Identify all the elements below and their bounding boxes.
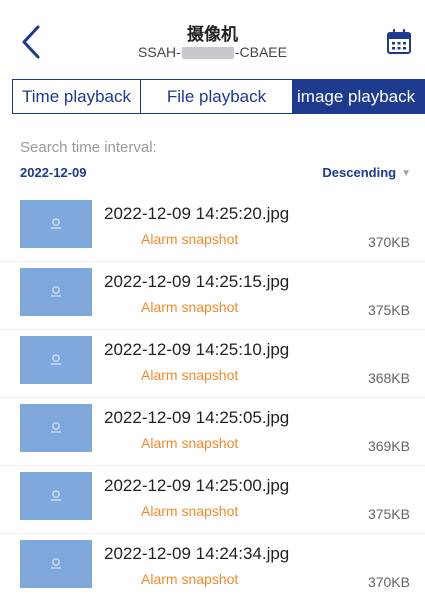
sort-label: Descending [322,165,397,180]
list-item[interactable]: 2022-12-09 14:25:10.jpg Alarm snapshot 3… [0,330,425,398]
thumbnail-image [20,404,92,452]
thumbnail-image [20,540,92,588]
page-title: 摄像机 [187,25,238,44]
calendar-icon[interactable] [385,28,413,56]
device-id: SSAH- -CBAEE [0,44,425,60]
thumbnail-image [20,472,92,520]
thumbnail-image [20,268,92,316]
image-placeholder-icon [51,490,61,501]
alarm-tag: Alarm snapshot [141,503,239,519]
image-placeholder-icon [51,286,61,297]
file-size: 370KB [367,234,410,250]
tab-image-playback[interactable]: image playback [293,80,425,113]
top-bar: 摄像机 SSAH- -CBAEE [0,0,425,72]
file-size: 375KB [367,506,410,522]
image-placeholder-icon [51,422,61,433]
list-item[interactable]: 2022-12-09 14:25:20.jpg Alarm snapshot 3… [0,194,425,262]
alarm-tag: Alarm snapshot [141,571,239,587]
device-id-prefix: SSAH- [138,44,181,60]
tab-file-playback[interactable]: File playback [141,80,293,113]
file-name: 2022-12-09 14:25:10.jpg [104,340,290,359]
alarm-tag: Alarm snapshot [141,299,239,315]
list-item[interactable]: 2022-12-09 14:24:34.jpg Alarm snapshot 3… [0,534,425,597]
thumbnail-image [20,200,92,248]
redacted-id-segment [181,47,234,60]
search-interval-label: Search time interval: [20,139,157,156]
thumbnail-image [20,336,92,384]
alarm-tag: Alarm snapshot [141,231,239,247]
file-name: 2022-12-09 14:25:00.jpg [104,476,290,495]
image-placeholder-icon [51,558,61,569]
file-size: 370KB [367,574,410,590]
file-size: 369KB [367,438,410,454]
file-name: 2022-12-09 14:25:20.jpg [104,204,290,223]
device-id-suffix: -CBAEE [234,44,287,60]
alarm-tag: Alarm snapshot [141,367,239,383]
file-name: 2022-12-09 14:25:05.jpg [104,408,290,427]
file-size: 375KB [367,302,410,318]
caret-down-icon: ▼ [401,168,411,179]
selected-date[interactable]: 2022-12-09 [20,165,87,180]
list-item[interactable]: 2022-12-09 14:25:05.jpg Alarm snapshot 3… [0,398,425,466]
list-item[interactable]: 2022-12-09 14:25:15.jpg Alarm snapshot 3… [0,262,425,330]
image-placeholder-icon [51,218,61,229]
snapshot-list: 2022-12-09 14:25:20.jpg Alarm snapshot 3… [0,194,425,597]
file-name: 2022-12-09 14:25:15.jpg [104,272,290,291]
sort-dropdown[interactable]: Descending ▼ [322,165,411,180]
playback-tabs: Time playback File playback image playba… [12,79,425,114]
file-size: 368KB [367,370,410,386]
alarm-tag: Alarm snapshot [141,435,239,451]
file-name: 2022-12-09 14:24:34.jpg [104,544,290,563]
tab-time-playback[interactable]: Time playback [13,80,141,113]
image-placeholder-icon [51,354,61,365]
list-item[interactable]: 2022-12-09 14:25:00.jpg Alarm snapshot 3… [0,466,425,534]
